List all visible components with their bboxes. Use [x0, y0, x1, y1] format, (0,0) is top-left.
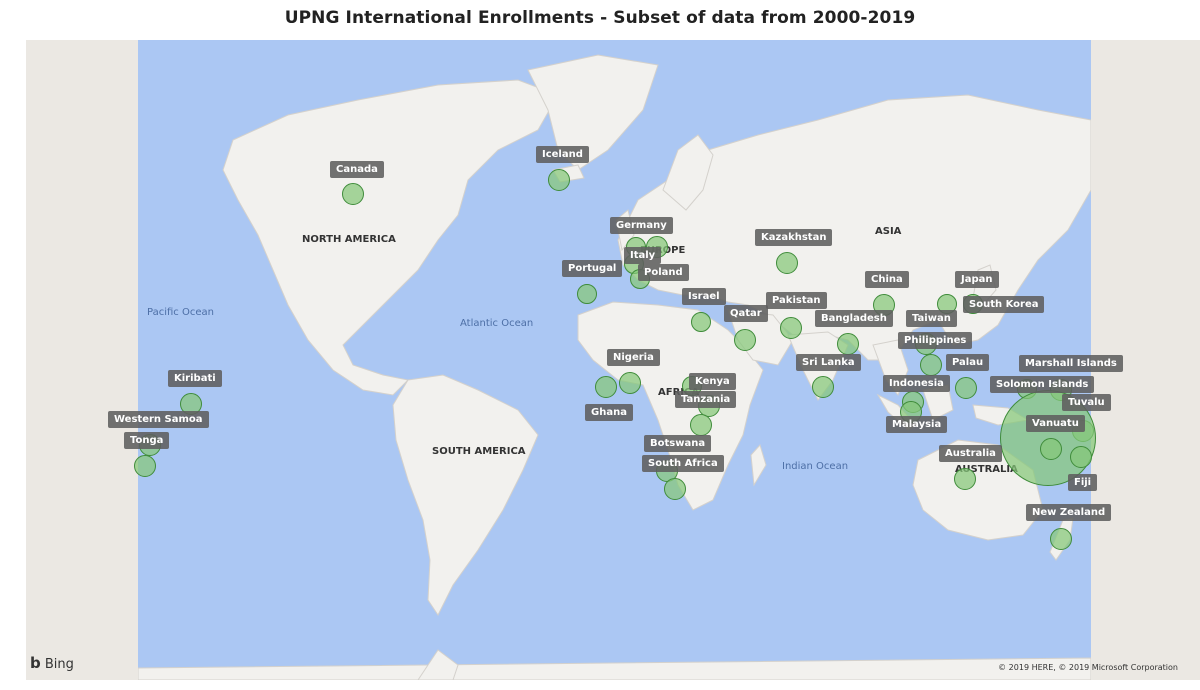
bubble-pakistan[interactable] [780, 317, 802, 339]
tag-ghana[interactable]: Ghana [585, 404, 633, 421]
tag-australia[interactable]: Australia [939, 445, 1002, 462]
tag-canada[interactable]: Canada [330, 161, 384, 178]
bubble-sri-lanka[interactable] [812, 376, 834, 398]
bing-logo[interactable]: b Bing [30, 654, 74, 672]
bubble-canada[interactable] [342, 183, 364, 205]
bubble-south-africa[interactable] [664, 478, 686, 500]
tag-indonesia[interactable]: Indonesia [883, 375, 950, 392]
tag-italy[interactable]: Italy [624, 247, 662, 264]
tag-germany[interactable]: Germany [610, 217, 673, 234]
bing-logo-text: Bing [44, 657, 74, 672]
tag-bangladesh[interactable]: Bangladesh [815, 310, 893, 327]
bubble-palau[interactable] [955, 377, 977, 399]
label-atlantic-ocean: Atlantic Ocean [460, 318, 534, 329]
map-view[interactable]: NORTH AMERICA SOUTH AMERICA EUROPE AFRIC… [26, 40, 1200, 680]
label-indian-ocean: Indian Ocean [782, 461, 849, 472]
bubble-israel[interactable] [691, 312, 711, 332]
tag-western-samoa[interactable]: Western Samoa [108, 411, 209, 428]
bubble-new-zealand[interactable] [1050, 528, 1072, 550]
bubble-qatar[interactable] [734, 329, 756, 351]
bubble-kazakhstan[interactable] [776, 252, 798, 274]
bubble-vanuatu[interactable] [1040, 438, 1062, 460]
label-asia: ASIA [875, 226, 902, 237]
bing-mark-icon: b [30, 654, 41, 672]
tag-china[interactable]: China [865, 271, 909, 288]
land-antarctica [138, 657, 1091, 680]
land-south-america [392, 374, 539, 616]
bubble-tonga[interactable] [134, 455, 156, 477]
tag-taiwan[interactable]: Taiwan [906, 310, 957, 327]
tag-tuvalu[interactable]: Tuvalu [1062, 394, 1111, 411]
tag-palau[interactable]: Palau [946, 354, 990, 371]
tag-nigeria[interactable]: Nigeria [607, 349, 660, 366]
tag-sri-lanka[interactable]: Sri Lanka [796, 354, 861, 371]
tag-iceland[interactable]: Iceland [536, 146, 589, 163]
tag-portugal[interactable]: Portugal [562, 260, 623, 277]
bubble-bangladesh[interactable] [837, 333, 859, 355]
bubble-portugal[interactable] [577, 284, 597, 304]
tag-botswana[interactable]: Botswana [644, 435, 712, 452]
tag-south-africa[interactable]: South Africa [642, 455, 724, 472]
tag-malaysia[interactable]: Malaysia [886, 416, 948, 433]
bubble-tanzania-2[interactable] [690, 414, 712, 436]
tag-philippines[interactable]: Philippines [898, 332, 973, 349]
chart-title: UPNG International Enrollments - Subset … [284, 8, 916, 28]
bubble-nigeria[interactable] [619, 372, 641, 394]
tag-tonga[interactable]: Tonga [124, 432, 170, 449]
tag-solomon-islands[interactable]: Solomon Islands [990, 376, 1095, 393]
tag-fiji[interactable]: Fiji [1068, 474, 1098, 491]
land-madagascar [750, 444, 767, 487]
tag-new-zealand[interactable]: New Zealand [1026, 504, 1112, 521]
tag-poland[interactable]: Poland [638, 264, 689, 281]
label-pacific-ocean: Pacific Ocean [147, 307, 214, 318]
tag-south-korea[interactable]: South Korea [963, 296, 1045, 313]
bubble-iceland[interactable] [548, 169, 570, 191]
bubble-fiji[interactable] [1070, 446, 1092, 468]
tag-marshall-islands[interactable]: Marshall Islands [1019, 355, 1123, 372]
tag-kiribati[interactable]: Kiribati [168, 370, 222, 387]
bubble-philippines[interactable] [920, 354, 942, 376]
tag-tanzania[interactable]: Tanzania [675, 391, 737, 408]
bubble-ghana[interactable] [595, 376, 617, 398]
map-copyright: © 2019 HERE, © 2019 Microsoft Corporatio… [998, 663, 1178, 672]
tag-japan[interactable]: Japan [955, 271, 999, 288]
bubble-australia[interactable] [954, 468, 976, 490]
tag-qatar[interactable]: Qatar [724, 305, 768, 322]
label-north-america: NORTH AMERICA [302, 234, 396, 245]
tag-kazakhstan[interactable]: Kazakhstan [755, 229, 833, 246]
label-south-america: SOUTH AMERICA [432, 446, 526, 457]
tag-kenya[interactable]: Kenya [689, 373, 736, 390]
tag-vanuatu[interactable]: Vanuatu [1026, 415, 1085, 432]
tag-pakistan[interactable]: Pakistan [766, 292, 827, 309]
tag-israel[interactable]: Israel [682, 288, 726, 305]
